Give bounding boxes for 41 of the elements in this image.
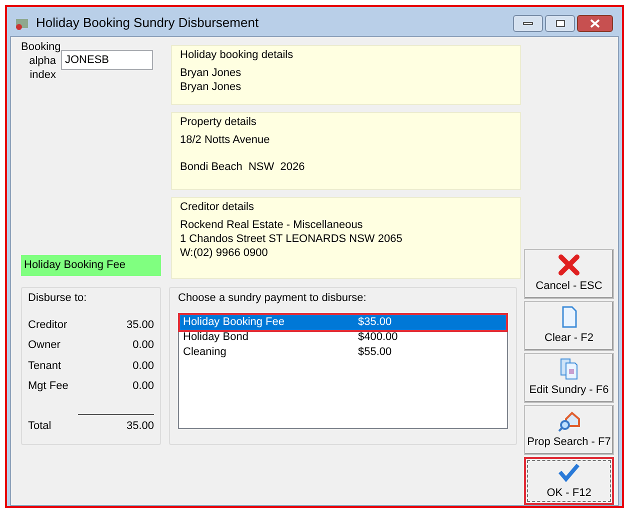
payee-amount: 35.00 — [126, 318, 154, 332]
minimize-button[interactable] — [513, 14, 543, 32]
detail-line: 1 Chandos Street ST LEONARDS NSW 2065 — [180, 232, 404, 246]
edit-button[interactable]: Edit Sundry - F6 — [524, 353, 614, 403]
payee-amount: 0.00 — [132, 379, 154, 394]
cross-icon — [558, 254, 580, 276]
detail-line: W:(02) 9966 0900 — [180, 246, 269, 260]
house-magnifier-icon — [558, 410, 580, 432]
close-icon — [590, 18, 600, 28]
payee-label: Tenant — [28, 358, 62, 374]
group-title: Choose a sundry payment to disburse: — [178, 291, 368, 306]
clear-button[interactable]: Clear - F2 — [524, 301, 614, 351]
selected-sundry-label: Holiday Booking Fee — [21, 255, 161, 276]
detail-line: 18/2 Notts Avenue — [180, 134, 271, 146]
detail-line: Bryan Jones — [180, 66, 242, 80]
panel-title: Creditor details — [180, 200, 255, 215]
panel-title: Property details — [180, 115, 258, 130]
payee-amount: 0.00 — [132, 358, 154, 374]
payee-amount: 0.00 — [132, 338, 154, 353]
close-button[interactable] — [577, 14, 613, 32]
panel-title: Holiday booking details — [180, 48, 294, 63]
detail-line: Rockend Real Estate - Miscellaneous — [180, 218, 364, 232]
detail-line: Bryan Jones — [180, 80, 242, 94]
maximize-button[interactable] — [545, 14, 575, 32]
payee-label: Owner — [28, 338, 60, 353]
search-button[interactable]: Prop Search - F7 — [524, 405, 614, 455]
sundry-list[interactable]: Holiday Booking Fee $35.00 Holiday Bond $400.00 Cleaning $55.00 — [178, 312, 508, 428]
sundry-item[interactable]: Cleaning $55.00 — [180, 344, 506, 360]
sundry-item[interactable]: Holiday Bond $400.00 — [180, 330, 506, 344]
booking-input-field[interactable]: JONESB — [61, 50, 153, 70]
total-amount: 35.00 — [126, 418, 154, 434]
ok-button[interactable]: OK - F12 — [524, 457, 614, 505]
documents-icon — [558, 358, 580, 380]
sundry-item[interactable]: Holiday Booking Fee $35.00 — [180, 314, 506, 330]
total-label: Total — [28, 418, 52, 434]
payee-label: Mgt Fee — [28, 379, 68, 394]
group-title: Disburse to: — [28, 291, 88, 306]
payee-label: Creditor — [28, 318, 68, 332]
cancel-button[interactable]: Cancel - ESC — [524, 249, 614, 299]
window-title: Holiday Booking Sundry Disbursement — [36, 14, 260, 32]
detail-line: Bondi Beach NSW 2026 — [180, 160, 306, 174]
